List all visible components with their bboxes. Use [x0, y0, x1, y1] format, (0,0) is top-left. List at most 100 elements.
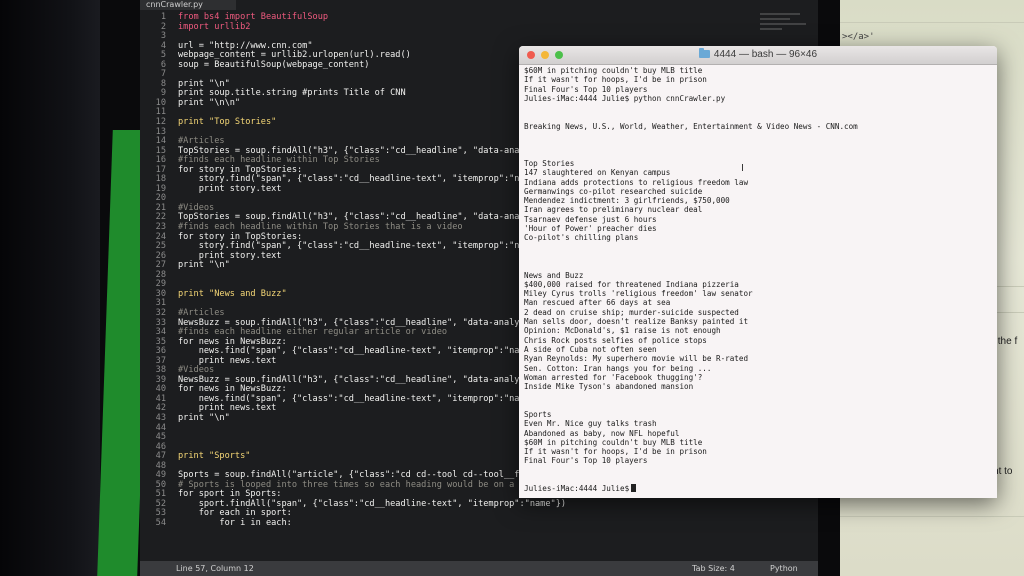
terminal-line: $60M in pitching couldn't buy MLB title	[524, 66, 993, 75]
terminal-line-text: $60M in pitching couldn't buy MLB title	[524, 66, 703, 75]
terminal-line-text: Woman arrested for 'Facebook thugging'?	[524, 372, 703, 382]
terminal-line-text: Chris Rock posts selfies of police stops	[524, 335, 707, 345]
terminal-line-text: Opinion: McDonald's, $1 raise is not eno…	[524, 326, 721, 336]
terminal-title-wrap: 4444 — bash — 96×46	[519, 48, 997, 60]
terminal-line: $400,000 raised for threatened Indiana p…	[524, 280, 993, 289]
terminal-line-text: $400,000 raised for threatened Indiana p…	[524, 279, 739, 289]
terminal-line-text: Top Stories	[524, 158, 575, 168]
terminal-line: Mendendez indictment: 3 girlfriends, $75…	[524, 196, 993, 205]
terminal-line-text: A side of Cuba not often seen	[524, 344, 657, 354]
terminal-line-text: Final Four's Top 10 players	[524, 84, 648, 94]
terminal-line: Abandoned as baby, now NFL hopeful	[524, 429, 993, 438]
terminal-line: 'Hour of Power' preacher dies	[524, 224, 993, 233]
terminal-line: Julies-iMac:4444 Julie$	[524, 484, 993, 493]
line-number: 6	[160, 59, 166, 70]
terminal-window[interactable]: 4444 — bash — 96×46 $60M in pitching cou…	[519, 46, 997, 498]
terminal-line-text: Sen. Cotton: Iran hangs you for being ..…	[524, 363, 712, 373]
line-number: 54	[155, 517, 166, 528]
editor-status-bar: Line 57, Column 12 Tab Size: 4 Python	[140, 561, 818, 576]
text-cursor-icon: I	[741, 163, 744, 174]
terminal-titlebar[interactable]: 4444 — bash — 96×46	[519, 46, 997, 65]
code-text[interactable]: print "\n"	[178, 413, 230, 424]
line-number: 7	[160, 69, 166, 80]
cursor-position: Line 57, Column 12	[176, 564, 254, 573]
terminal-line: Ryan Reynolds: My superhero movie will b…	[524, 354, 993, 363]
terminal-line: Indiana adds protections to religious fr…	[524, 178, 993, 187]
terminal-line-text: News and Buzz	[524, 270, 584, 280]
terminal-line: Co-pilot's chilling plans	[524, 233, 993, 242]
terminal-line: Opinion: McDonald's, $1 raise is not eno…	[524, 326, 993, 335]
terminal-line-text: Julies-iMac:4444 Julie$ python cnnCrawle…	[524, 93, 726, 103]
terminal-line-text: Miley Cyrus trolls 'religious freedom' l…	[524, 289, 753, 299]
code-text[interactable]: for i in each:	[178, 518, 291, 529]
line-number: 3	[160, 31, 166, 42]
code-line[interactable]: 54 for i in each:	[140, 517, 818, 529]
terminal-line: $60M in pitching couldn't buy MLB title	[524, 438, 993, 447]
terminal-line: Iran agrees to preliminary nuclear deal	[524, 205, 993, 214]
monitor-bezel	[0, 0, 100, 576]
terminal-title: 4444 — bash — 96×46	[713, 49, 818, 60]
terminal-line-text: Indiana adds protections to religious fr…	[524, 177, 749, 187]
terminal-line: Sen. Cotton: Iran hangs you for being ..…	[524, 364, 993, 373]
code-text[interactable]: print "Sports"	[178, 452, 250, 462]
terminal-line-text: Even Mr. Nice guy talks trash	[524, 419, 657, 429]
tab-size-selector[interactable]: Tab Size: 4	[692, 561, 735, 576]
terminal-line-text: Man rescued after 66 days at sea	[524, 298, 671, 308]
terminal-line: Final Four's Top 10 players	[524, 456, 993, 465]
code-text[interactable]: print story.text	[178, 184, 282, 195]
terminal-line-text: Abandoned as baby, now NFL hopeful	[524, 428, 680, 438]
terminal-line: Breaking News, U.S., World, Weather, Ent…	[524, 122, 993, 131]
code-text[interactable]: import urllib2	[178, 22, 250, 33]
terminal-line-text: Breaking News, U.S., World, Weather, Ent…	[524, 121, 858, 131]
code-text[interactable]: print "News and Buzz"	[178, 289, 287, 300]
line-number: 1	[160, 12, 166, 22]
line-number: 5	[160, 50, 166, 61]
terminal-line-text: If it wasn't for hoops, I'd be in prison	[524, 75, 707, 85]
editor-tab[interactable]: cnnCrawler.py	[140, 0, 236, 10]
code-line[interactable]: 2 import urllib2	[140, 22, 818, 33]
terminal-line-text: Iran agrees to preliminary nuclear deal	[524, 205, 703, 215]
code-text[interactable]: print "\n\n"	[178, 98, 240, 109]
terminal-line: Top Stories	[524, 159, 993, 168]
terminal-line: If it wasn't for hoops, I'd be in prison	[524, 447, 993, 456]
terminal-line-text: Julies-iMac:4444 Julie$	[524, 484, 630, 494]
syntax-selector[interactable]: Python	[770, 561, 798, 576]
terminal-line: Even Mr. Nice guy talks trash	[524, 419, 993, 428]
terminal-line-text: Mendendez indictment: 3 girlfriends, $75…	[524, 196, 730, 206]
terminal-line: 2 dead on cruise ship; murder-suicide su…	[524, 308, 993, 317]
code-text[interactable]: soup = BeautifulSoup(webpage_content)	[178, 60, 369, 71]
terminal-line: A side of Cuba not often seen	[524, 345, 993, 354]
terminal-line: Miley Cyrus trolls 'religious freedom' l…	[524, 289, 993, 298]
terminal-cursor	[631, 484, 637, 493]
terminal-line-text: 'Hour of Power' preacher dies	[524, 224, 657, 234]
terminal-line: Man rescued after 66 days at sea	[524, 298, 993, 307]
terminal-line: Julies-iMac:4444 Julie$ python cnnCrawle…	[524, 94, 993, 103]
terminal-line-text: Inside Mike Tyson's abandoned mansion	[524, 382, 694, 392]
terminal-line: Man sells door, doesn't realize Banksy p…	[524, 317, 993, 326]
terminal-line-text: Final Four's Top 10 players	[524, 456, 648, 466]
terminal-line: If it wasn't for hoops, I'd be in prison	[524, 75, 993, 84]
terminal-line-text: $60M in pitching couldn't buy MLB title	[524, 437, 703, 447]
code-text[interactable]: print "Top Stories"	[178, 117, 276, 128]
code-text[interactable]: print "\n"	[178, 261, 230, 271]
terminal-line: Chris Rock posts selfies of police stops	[524, 336, 993, 345]
terminal-line-text: Tsarnaev defense just 6 hours	[524, 214, 657, 224]
terminal-line: Final Four's Top 10 players	[524, 85, 993, 94]
line-number: 4	[160, 40, 166, 51]
terminal-line-text: 2 dead on cruise ship; murder-suicide su…	[524, 307, 739, 317]
terminal-output[interactable]: $60M in pitching couldn't buy MLB title I…	[524, 66, 993, 496]
terminal-line: Germanwings co-pilot researched suicide	[524, 187, 993, 196]
terminal-line: Sports	[524, 410, 993, 419]
folder-icon	[698, 48, 710, 58]
